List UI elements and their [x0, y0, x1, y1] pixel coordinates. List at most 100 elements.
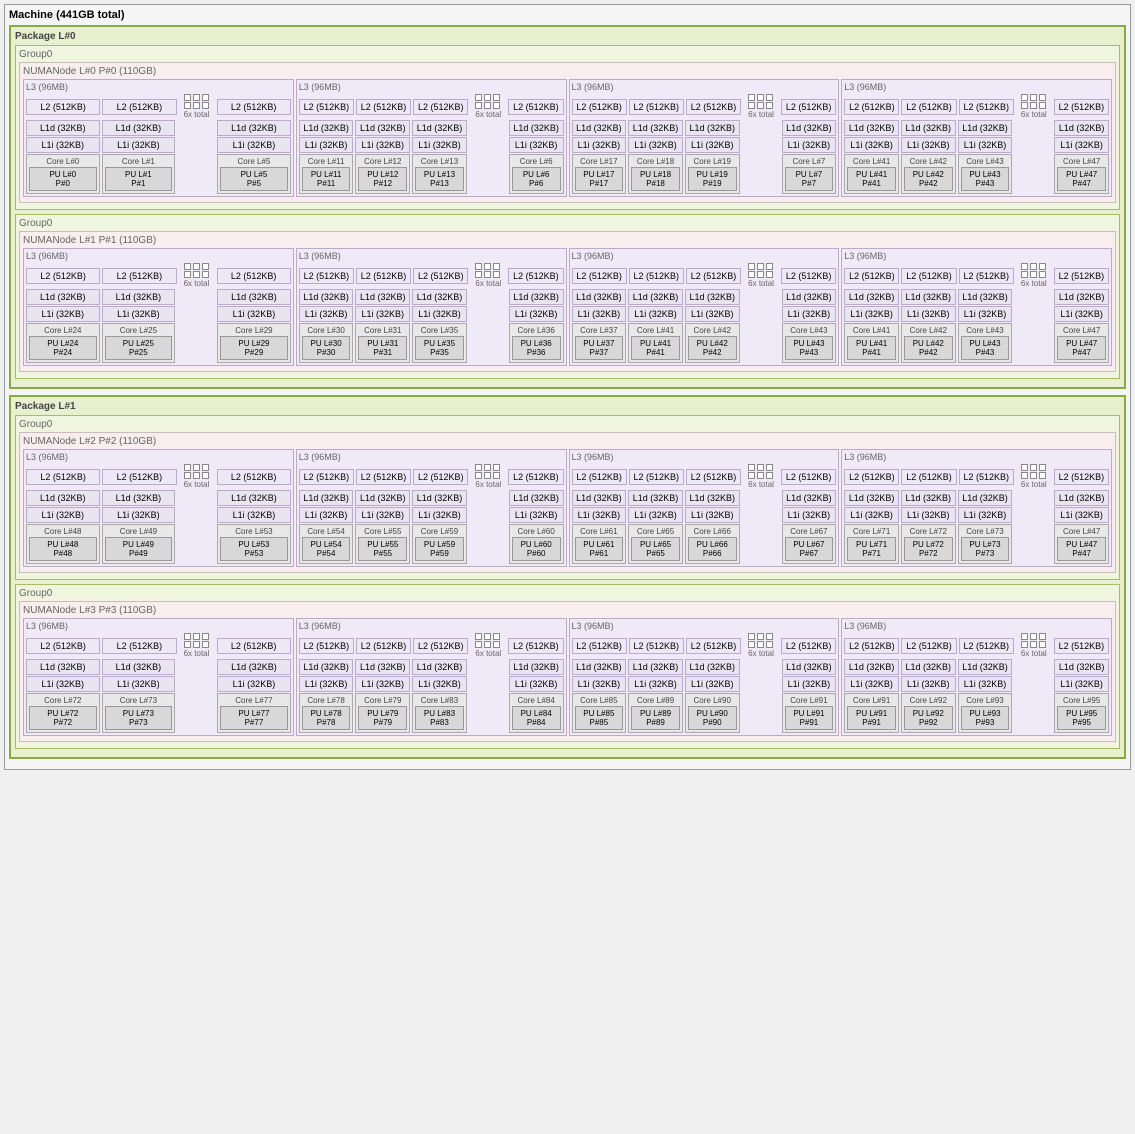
core-l42b-title: Core L#42: [904, 326, 953, 335]
l2-58: L2 (512KB): [959, 638, 1014, 654]
l3-0-title: L3 (96MB): [26, 82, 291, 92]
core-l35: Core L#35 PU L#35P#35: [412, 323, 467, 363]
l3-5-title: L3 (96MB): [299, 251, 564, 261]
core-l17-title: Core L#17: [575, 157, 624, 166]
pu-l7: PU L#7P#7: [785, 167, 834, 191]
core-l83-title: Core L#83: [415, 696, 464, 705]
pu-l95: PU L#95P#95: [1057, 706, 1106, 730]
l1d-16: L1d (32KB): [102, 289, 176, 305]
l1i-22: L1i (32KB): [572, 306, 627, 322]
l3-2-title: L3 (96MB): [572, 82, 837, 92]
l1d-51: L1d (32KB): [509, 659, 564, 675]
pu-l90: PU L#90P#90: [688, 706, 737, 730]
dot: [475, 472, 482, 479]
dot: [184, 263, 191, 270]
numa0: NUMANode L#0 P#0 (110GB) L3 (96MB) L2 (5…: [19, 62, 1116, 203]
l2-29: L2 (512KB): [1054, 268, 1109, 284]
l1i-row-7: L1i (32KB) L1i (32KB) L1i (32KB) L1i (32…: [844, 306, 1109, 322]
l2-38: L2 (512KB): [629, 469, 684, 485]
l3-row-2: L3 (96MB) L2 (512KB) L2 (512KB) 6x total: [23, 449, 1112, 567]
core-l11: Core L#11 PU L#11P#11: [299, 154, 354, 194]
l1i-12: L1i (32KB): [901, 137, 956, 153]
l2-17: L2 (512KB): [217, 268, 291, 284]
machine-box: Machine (441GB total) Package L#0 Group0…: [4, 4, 1131, 770]
core-l72b-title: Core L#72: [904, 527, 953, 536]
core-l43b: Core L#43 PU L#43P#43: [958, 323, 1013, 363]
core-l83: Core L#83 PU L#83P#83: [412, 693, 467, 733]
dot: [484, 633, 491, 640]
core-l59-title: Core L#59: [415, 527, 464, 536]
pu-l17: PU L#17P#17: [575, 167, 624, 191]
l1d-35: L1d (32KB): [412, 490, 467, 506]
dots-13: [475, 633, 501, 648]
l1i-13: L1i (32KB): [958, 137, 1013, 153]
dot: [193, 464, 200, 471]
l1d-17: L1d (32KB): [217, 289, 291, 305]
l2-extra-15: 6x total: [1016, 633, 1052, 658]
core-l53-title: Core L#53: [220, 527, 288, 536]
core-l37: Core L#37 PU L#37P#37: [572, 323, 627, 363]
l2-extra-label-9: 6x total: [475, 480, 501, 489]
numa1: NUMANode L#1 P#1 (110GB) L3 (96MB) L2 (5…: [19, 231, 1116, 372]
dots-4: [184, 263, 210, 278]
pu-l40: PU L#43P#43: [785, 336, 834, 360]
core-l61: Core L#61 PU L#61P#61: [572, 524, 627, 564]
l1i-58: L1i (32KB): [958, 676, 1013, 692]
l1d-2: L1d (32KB): [217, 120, 291, 136]
pu-l31: PU L#31P#31: [358, 336, 407, 360]
group0-numa2-label: Group0: [19, 419, 1116, 430]
l3-box-13: L3 (96MB) L2 (512KB) L2 (512KB) L2 (512K…: [296, 618, 567, 736]
l2-row-3: L2 (512KB) L2 (512KB) L2 (512KB) 6x tota…: [844, 94, 1109, 119]
package-1: Package L#1 Group0 NUMANode L#2 P#2 (110…: [9, 395, 1126, 759]
l2-10: L2 (512KB): [781, 99, 836, 115]
l2-extra-label-3: 6x total: [1021, 110, 1047, 119]
l3-row-0: L3 (96MB) L2 (512KB) L2 (512KB) 6x total: [23, 79, 1112, 197]
l3-box-6: L3 (96MB) L2 (512KB) L2 (512KB) L2 (512K…: [569, 248, 840, 366]
l1d-15: L1d (32KB): [26, 289, 100, 305]
dot: [493, 472, 500, 479]
dot: [193, 102, 200, 109]
dot: [484, 472, 491, 479]
l1i-51: L1i (32KB): [509, 676, 564, 692]
l1d-row-13: L1d (32KB) L1d (32KB) L1d (32KB) L1d (32…: [299, 659, 564, 675]
l1d-59: L1d (32KB): [1054, 659, 1109, 675]
core-l43: Core L#43 PU L#43P#43: [958, 154, 1013, 194]
core-l92: Core L#91 PU L#91P#91: [844, 693, 899, 733]
pu-l29: PU L#29P#29: [220, 336, 288, 360]
core-l1: Core L#1 PU L#1P#1: [102, 154, 176, 194]
l2-extra-label-15: 6x total: [1021, 649, 1047, 658]
dot: [1021, 464, 1028, 471]
l1d-14: L1d (32KB): [1054, 120, 1109, 136]
l1d-23: L1d (32KB): [628, 289, 683, 305]
core-l47-title: Core L#47: [1057, 157, 1106, 166]
package-1-title: Package L#1: [15, 401, 1120, 412]
l2-57: L2 (512KB): [901, 638, 956, 654]
l2-row-14: L2 (512KB) L2 (512KB) L2 (512KB) 6x tota…: [572, 633, 837, 658]
core-l94-title: Core L#93: [961, 696, 1010, 705]
core-row-4: Core L#24 PU L#24P#24 Core L#25 PU L#25P…: [26, 323, 291, 363]
dot: [748, 633, 755, 640]
l2-51: L2 (512KB): [508, 638, 563, 654]
l1i-27: L1i (32KB): [901, 306, 956, 322]
dot: [184, 472, 191, 479]
dot: [202, 94, 209, 101]
l2-extra-label-8: 6x total: [184, 480, 210, 489]
core-l55-title: Core L#55: [358, 527, 407, 536]
l1i-18: L1i (32KB): [299, 306, 354, 322]
dot: [1030, 94, 1037, 101]
l2-extra-label-14: 6x total: [748, 649, 774, 658]
l3-box-7: L3 (96MB) L2 (512KB) L2 (512KB) L2 (512K…: [841, 248, 1112, 366]
core-l95-title: Core L#95: [1057, 696, 1106, 705]
l2-13: L2 (512KB): [959, 99, 1014, 115]
core-l77-title: Core L#77: [220, 696, 288, 705]
dot: [766, 263, 773, 270]
pu-l72b: PU L#72P#72: [904, 537, 953, 561]
core-l47: Core L#47 PU L#47P#47: [1054, 154, 1109, 194]
l3-10-title: L3 (96MB): [572, 452, 837, 462]
numa2-title: NUMANode L#2 P#2 (110GB): [23, 436, 1112, 447]
l2-54: L2 (512KB): [686, 638, 741, 654]
l2-15: L2 (512KB): [26, 268, 100, 284]
l2-extra-label-4: 6x total: [184, 279, 210, 288]
l1d-22: L1d (32KB): [572, 289, 627, 305]
l2-36: L2 (512KB): [508, 469, 563, 485]
